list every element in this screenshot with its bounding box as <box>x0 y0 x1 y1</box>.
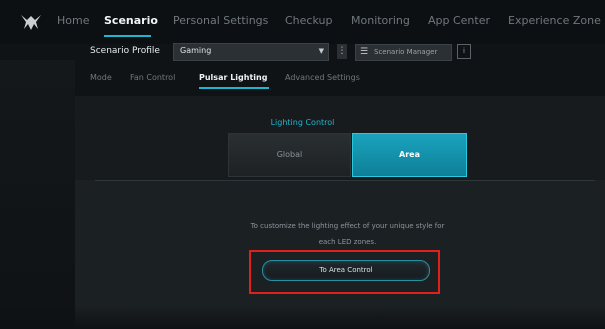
scenario-manager-label: Scenario Manager <box>374 48 438 56</box>
scenario-profile-select[interactable]: Gaming ▼ <box>173 43 329 61</box>
tab-pulsar-lighting[interactable]: Pulsar Lighting <box>199 73 267 82</box>
tab-active-indicator <box>199 87 269 89</box>
area-description: To customize the lighting effect of your… <box>215 218 480 250</box>
nav-scenario[interactable]: Scenario <box>104 14 158 27</box>
left-decor-strip <box>0 60 75 329</box>
app-window: Home Scenario Personal Settings Checkup … <box>0 0 605 329</box>
nav-monitoring[interactable]: Monitoring <box>351 14 410 27</box>
highlight-box <box>249 250 440 294</box>
section-divider <box>95 180 595 181</box>
predator-logo-icon[interactable] <box>20 13 42 31</box>
list-icon: ☰ <box>360 47 369 57</box>
nav-personal-settings[interactable]: Personal Settings <box>173 14 268 27</box>
global-option-label: Global <box>276 150 303 159</box>
nav-checkup[interactable]: Checkup <box>285 14 332 27</box>
nav-active-indicator <box>104 35 151 37</box>
bottom-shade <box>0 305 605 329</box>
tab-mode[interactable]: Mode <box>90 73 112 82</box>
tab-fan-control[interactable]: Fan Control <box>130 73 175 82</box>
lighting-control-title: Lighting Control <box>270 118 335 127</box>
nav-experience-zone[interactable]: Experience Zone <box>508 14 601 27</box>
scenario-manager-button[interactable]: ☰ Scenario Manager <box>355 44 452 61</box>
nav-home[interactable]: Home <box>57 14 89 27</box>
nav-app-center[interactable]: App Center <box>428 14 490 27</box>
area-option-button[interactable]: Area <box>352 133 467 177</box>
scenario-profile-value: Gaming <box>180 46 212 55</box>
top-nav-bar: Home Scenario Personal Settings Checkup … <box>0 0 605 44</box>
scenario-profile-label: Scenario Profile <box>90 46 160 56</box>
global-option-button[interactable]: Global <box>228 133 351 177</box>
description-line-2: each LED zones. <box>318 238 377 246</box>
tab-advanced-settings[interactable]: Advanced Settings <box>285 73 360 82</box>
chevron-down-icon: ▼ <box>318 47 324 55</box>
description-line-1: To customize the lighting effect of your… <box>250 222 445 230</box>
info-icon[interactable]: i <box>457 44 471 59</box>
area-option-label: Area <box>399 150 420 159</box>
kebab-icon[interactable]: ⋮ <box>337 44 347 59</box>
